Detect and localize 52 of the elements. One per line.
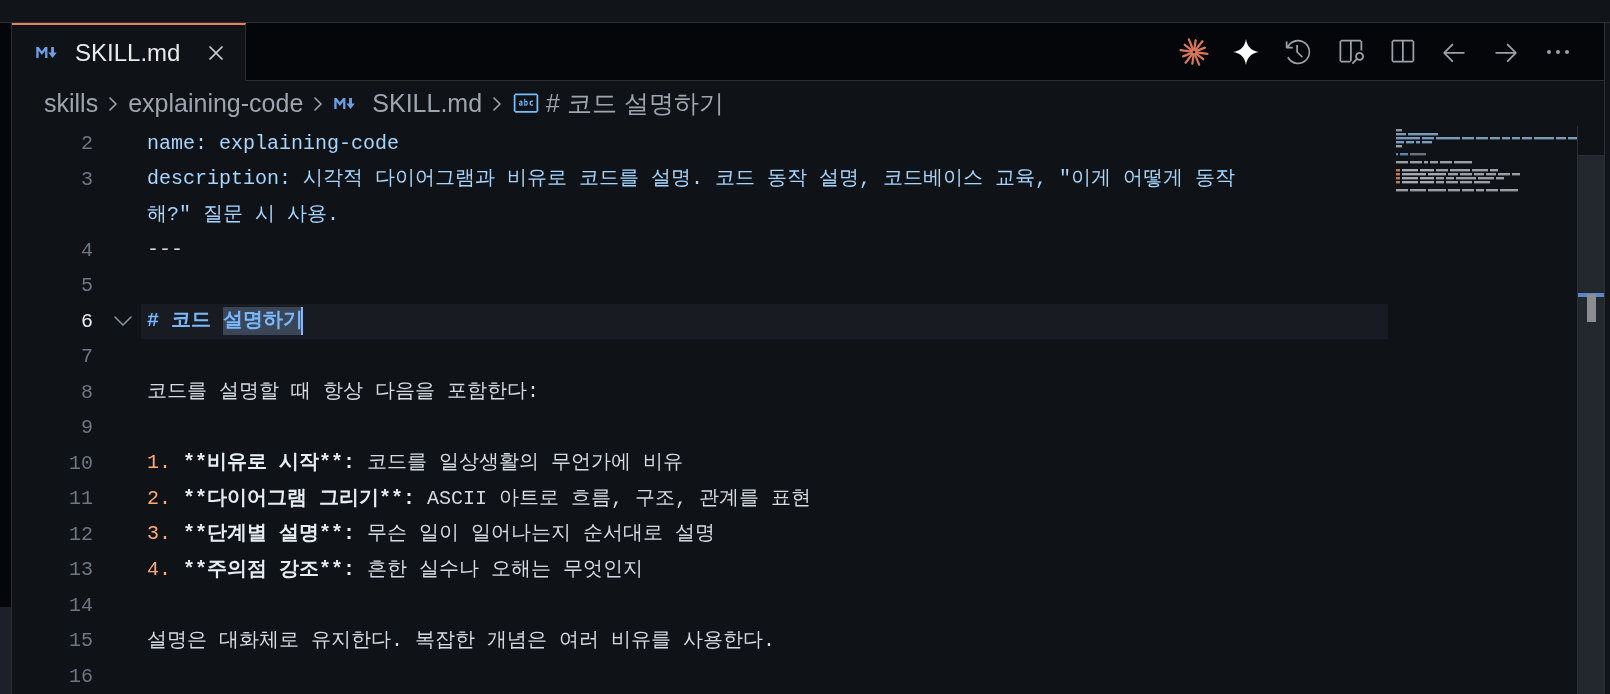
body-text: 흔한 실수나 오해는 무엇인지 bbox=[367, 556, 644, 583]
breadcrumb-item[interactable]: SKILL.md bbox=[333, 89, 483, 118]
bold-text: **비유로 시작**: bbox=[183, 450, 356, 477]
line-number: 16 bbox=[68, 663, 93, 690]
list-number: 4. bbox=[147, 556, 171, 583]
line-number: 5 bbox=[80, 273, 93, 299]
bold-text: **단계별 설명**: bbox=[183, 521, 356, 548]
breadcrumb-item[interactable]: # 코드 설명하기 bbox=[512, 87, 724, 120]
list-number: 1. bbox=[147, 450, 171, 477]
line-number: 3 bbox=[80, 166, 93, 193]
line-number: 13 bbox=[68, 557, 93, 583]
line-number: 10 bbox=[68, 450, 93, 477]
line-number: 4 bbox=[80, 237, 93, 264]
markdown-icon bbox=[35, 46, 58, 59]
tab-label: SKILL.md bbox=[75, 38, 182, 67]
line-number: 9 bbox=[80, 415, 93, 441]
line-number: 15 bbox=[68, 628, 93, 654]
sparkle-icon bbox=[1233, 38, 1259, 65]
line-number: 2 bbox=[80, 131, 93, 157]
body-text: 코드를 설명할 때 항상 다음을 포함한다: bbox=[147, 379, 539, 406]
markdown-icon bbox=[333, 97, 357, 110]
breadcrumb-item[interactable]: skills bbox=[44, 89, 99, 118]
more-icon bbox=[1547, 49, 1569, 54]
heading-text: # 코드 bbox=[147, 308, 211, 335]
history-icon bbox=[1284, 37, 1312, 66]
frontmatter-text: description: 시각적 다이어그램과 비유로 코드를 설명. 코드 동작 설명, 코드베이스 교육, "이게 어떻게 동작 bbox=[147, 166, 1236, 193]
list-number: 3. bbox=[147, 521, 171, 548]
breadcrumb-item[interactable]: explaining-code bbox=[128, 89, 304, 118]
frontmatter-text: name: explaining-code bbox=[147, 130, 400, 157]
line-number: 12 bbox=[68, 521, 93, 548]
chevron-right-icon bbox=[493, 96, 502, 111]
chevron-down-icon[interactable] bbox=[114, 316, 132, 327]
bold-text: **다이어그램 그리기**: bbox=[183, 485, 416, 512]
frontmatter-text: 해?" 질문 시 사용. bbox=[147, 201, 339, 228]
starburst-icon bbox=[1179, 36, 1209, 67]
selection-marker bbox=[1587, 293, 1596, 322]
line-number: 14 bbox=[68, 592, 93, 619]
line-number: 8 bbox=[80, 379, 93, 406]
chevron-right-icon bbox=[109, 96, 118, 111]
editor-tab[interactable]: SKILL.md bbox=[12, 23, 246, 81]
frontmatter-delimiter: --- bbox=[147, 237, 183, 264]
chevron-right-icon bbox=[314, 96, 323, 111]
heading-text: 설명하기 bbox=[223, 307, 303, 336]
body-text: 코드를 일상생활의 무언가에 비유 bbox=[367, 450, 684, 477]
line-number: 11 bbox=[68, 486, 93, 512]
bold-text: **주의점 강조**: bbox=[183, 556, 356, 583]
body-text: 무슨 일이 일어나는지 순서대로 설명 bbox=[367, 521, 716, 548]
body-text: ASCII 아트로 흐름, 구조, 관계를 표현 bbox=[427, 485, 812, 512]
line-number: 6 bbox=[80, 308, 93, 335]
line-number: 7 bbox=[80, 344, 93, 370]
list-number: 2. bbox=[147, 485, 171, 512]
body-text: 설명은 대화체로 유지한다. 복잡한 개념은 여러 비유를 사용한다. bbox=[147, 627, 776, 654]
